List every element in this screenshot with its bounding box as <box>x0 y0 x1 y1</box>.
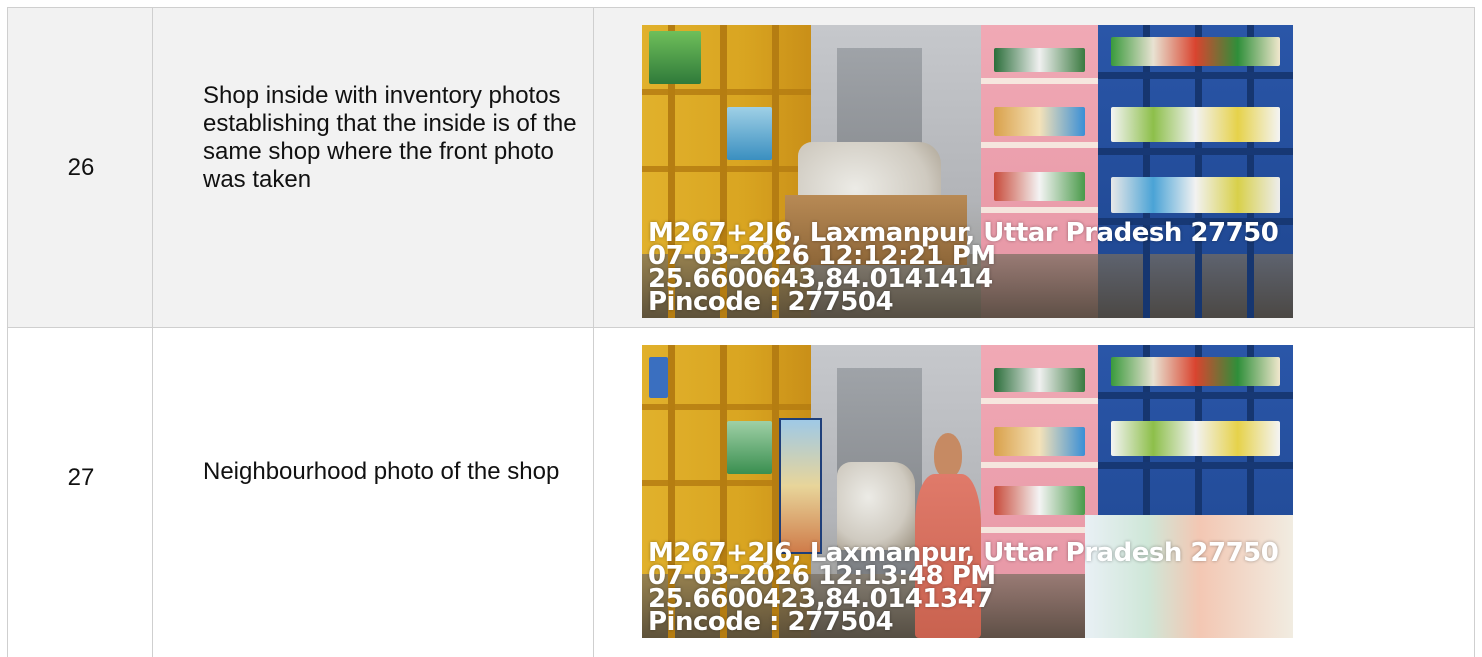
row-number-cell: 27 <box>7 328 153 657</box>
row-number: 26 <box>67 154 95 181</box>
geotag-pincode: Pincode : 277504 <box>648 287 894 317</box>
row-description-cell: Neighbourhood photo of the shop <box>153 328 594 657</box>
row-photo-cell: M267+2J6, Laxmanpur, Uttar Pradesh 27750… <box>594 8 1475 327</box>
table-row: 26 Shop inside with inventory photos est… <box>7 7 1475 327</box>
row-description: Shop inside with inventory photos establ… <box>203 82 577 193</box>
geotag-pincode: Pincode : 277504 <box>648 607 894 637</box>
row-description-cell: Shop inside with inventory photos establ… <box>153 8 594 327</box>
row-number: 27 <box>67 464 95 491</box>
geotag-overlay: M267+2J6, Laxmanpur, Uttar Pradesh 27750… <box>648 220 1279 317</box>
geotag-overlay: M267+2J6, Laxmanpur, Uttar Pradesh 27750… <box>648 540 1279 637</box>
row-description: Neighbourhood photo of the shop <box>203 458 560 485</box>
shop-neighbourhood-photo: M267+2J6, Laxmanpur, Uttar Pradesh 27750… <box>642 345 1293 638</box>
shop-inside-photo: M267+2J6, Laxmanpur, Uttar Pradesh 27750… <box>642 25 1293 318</box>
row-photo-cell: M267+2J6, Laxmanpur, Uttar Pradesh 27750… <box>594 328 1475 657</box>
row-number-cell: 26 <box>7 8 153 327</box>
table-row: 27 Neighbourhood photo of the shop M267+… <box>7 327 1475 657</box>
